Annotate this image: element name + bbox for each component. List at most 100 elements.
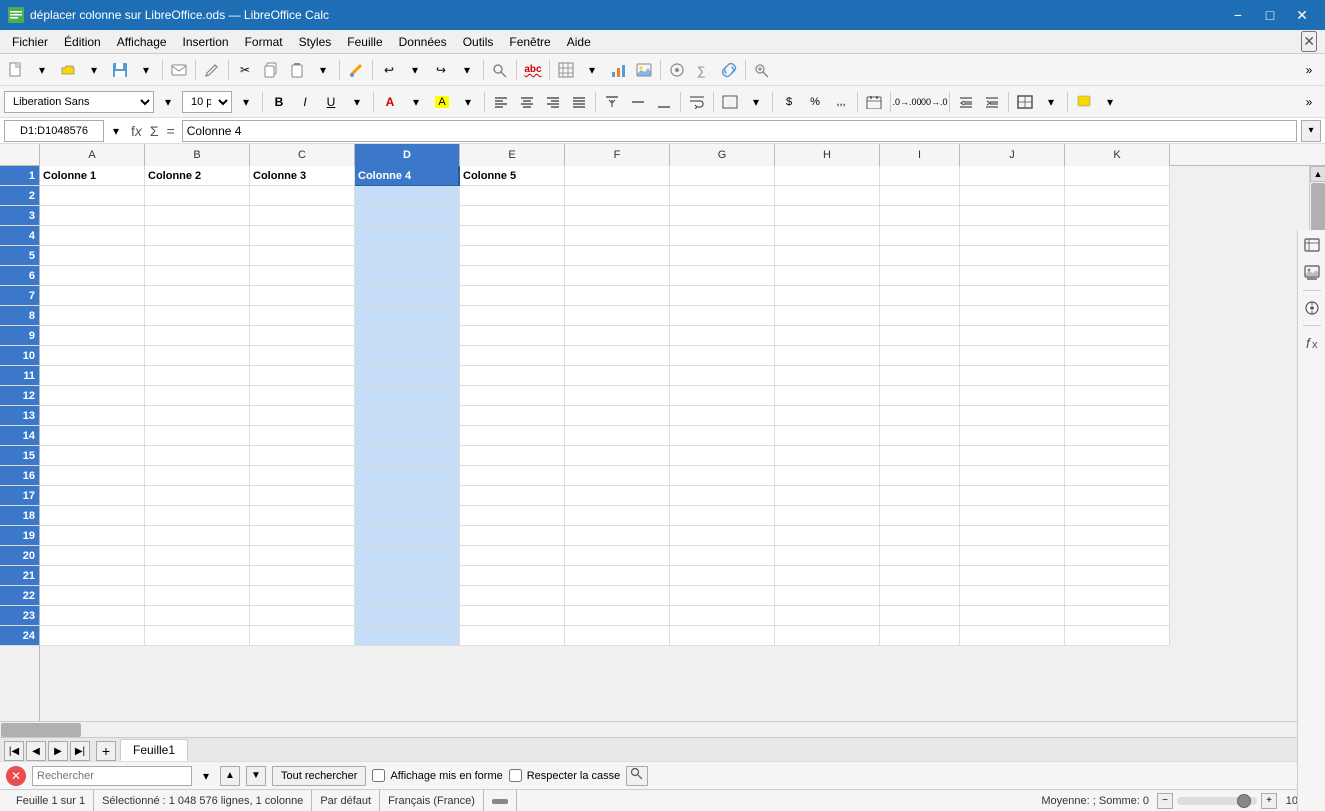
bg-color-button[interactable] [1072,90,1096,114]
date-format-button[interactable] [862,90,886,114]
align-center-button[interactable] [515,90,539,114]
row-num-14[interactable]: 14 [0,426,39,446]
cell-C1[interactable]: Colonne 3 [250,166,355,186]
email-button[interactable] [167,58,191,82]
cell-I23[interactable] [880,606,960,626]
zoom-slider[interactable] [1177,797,1257,805]
cell-E23[interactable] [460,606,565,626]
cell-E21[interactable] [460,566,565,586]
cell-G17[interactable] [670,486,775,506]
cell-I6[interactable] [880,266,960,286]
last-sheet-button[interactable]: ▶| [70,741,90,761]
cell-B19[interactable] [145,526,250,546]
cell-F19[interactable] [565,526,670,546]
menu-fichier[interactable]: Fichier [4,33,56,51]
cell-F18[interactable] [565,506,670,526]
align-left-button[interactable] [489,90,513,114]
cell-I7[interactable] [880,286,960,306]
cell-G16[interactable] [670,466,775,486]
cell-I4[interactable] [880,226,960,246]
cell-C10[interactable] [250,346,355,366]
cell-C7[interactable] [250,286,355,306]
find-button[interactable] [488,58,512,82]
row-num-9[interactable]: 9 [0,326,39,346]
zoom-button[interactable] [750,58,774,82]
undo-button[interactable]: ↩ [377,58,401,82]
cell-F15[interactable] [565,446,670,466]
cell-G3[interactable] [670,206,775,226]
cell-C5[interactable] [250,246,355,266]
cut-button[interactable]: ✂ [233,58,257,82]
cell-F16[interactable] [565,466,670,486]
cell-J6[interactable] [960,266,1065,286]
cell-B15[interactable] [145,446,250,466]
zoom-in-button[interactable]: + [1261,793,1277,809]
menu-aide[interactable]: Aide [559,33,599,51]
cell-H8[interactable] [775,306,880,326]
thousands-format-button[interactable]: ,,, [829,90,853,114]
wrap-text-button[interactable] [685,90,709,114]
redo-button[interactable]: ↪ [429,58,453,82]
insert-chart-button[interactable] [606,58,630,82]
cell-J4[interactable] [960,226,1065,246]
cell-E2[interactable] [460,186,565,206]
formula-input[interactable] [182,120,1297,142]
cell-J24[interactable] [960,626,1065,646]
cell-A10[interactable] [40,346,145,366]
cell-D14[interactable] [355,426,460,446]
increase-indent-button[interactable] [980,90,1004,114]
cell-J22[interactable] [960,586,1065,606]
row-num-12[interactable]: 12 [0,386,39,406]
cell-I9[interactable] [880,326,960,346]
cell-J18[interactable] [960,506,1065,526]
cell-H13[interactable] [775,406,880,426]
cell-J3[interactable] [960,206,1065,226]
scroll-up-button[interactable]: ▲ [1310,166,1325,182]
cell-G14[interactable] [670,426,775,446]
cell-C2[interactable] [250,186,355,206]
cell-I15[interactable] [880,446,960,466]
cell-F11[interactable] [565,366,670,386]
menu-affichage[interactable]: Affichage [109,33,175,51]
col-header-J[interactable]: J [960,144,1065,166]
cell-G20[interactable] [670,546,775,566]
cell-D5[interactable] [355,246,460,266]
highlight-color-button[interactable]: A [430,90,454,114]
row-num-5[interactable]: 5 [0,246,39,266]
cell-J13[interactable] [960,406,1065,426]
cell-I16[interactable] [880,466,960,486]
cell-E9[interactable] [460,326,565,346]
search-prev-button[interactable]: ▲ [220,766,240,786]
cell-B9[interactable] [145,326,250,346]
cell-D2[interactable] [355,186,460,206]
underline-button[interactable]: U [319,90,343,114]
cell-D13[interactable] [355,406,460,426]
search-options-dropdown-button[interactable]: ▾ [198,768,214,784]
cell-D15[interactable] [355,446,460,466]
cell-G12[interactable] [670,386,775,406]
cell-F2[interactable] [565,186,670,206]
cell-A3[interactable] [40,206,145,226]
gallery-sidebar-icon[interactable] [1301,262,1323,284]
cell-G5[interactable] [670,246,775,266]
cell-F1[interactable] [565,166,670,186]
navigator-button[interactable] [665,58,689,82]
cell-C12[interactable] [250,386,355,406]
cell-H1[interactable] [775,166,880,186]
hyperlink-button[interactable] [717,58,741,82]
redo-dropdown-button[interactable]: ▾ [455,58,479,82]
cell-B20[interactable] [145,546,250,566]
case-sensitive-checkbox[interactable] [509,769,522,782]
cell-D21[interactable] [355,566,460,586]
cell-K17[interactable] [1065,486,1170,506]
cell-I2[interactable] [880,186,960,206]
row-num-6[interactable]: 6 [0,266,39,286]
cell-B3[interactable] [145,206,250,226]
next-sheet-button[interactable]: ▶ [48,741,68,761]
cell-J9[interactable] [960,326,1065,346]
cell-D4[interactable] [355,226,460,246]
maximize-button[interactable]: □ [1255,3,1285,27]
insert-table-dropdown-button[interactable]: ▾ [580,58,604,82]
panel-close-button[interactable]: ✕ [1301,31,1317,52]
cell-I18[interactable] [880,506,960,526]
